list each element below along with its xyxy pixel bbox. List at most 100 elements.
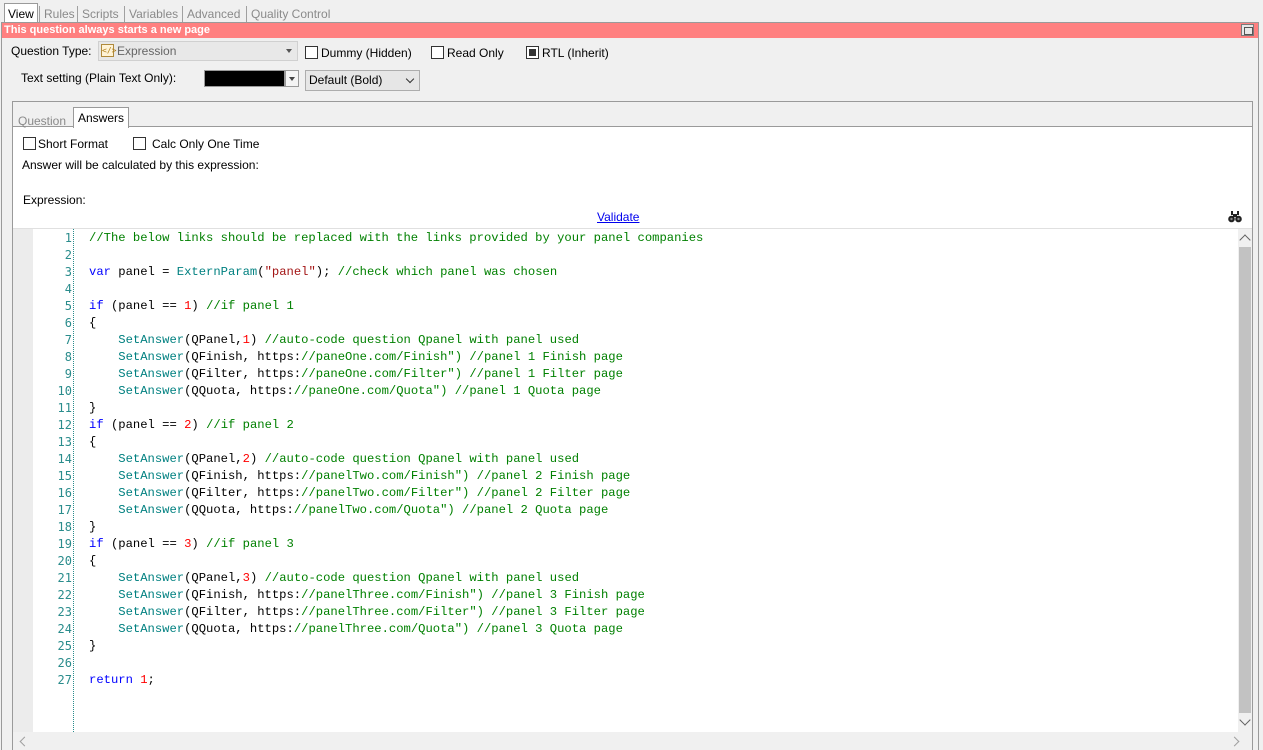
line-number: 10: [57, 384, 72, 398]
code-line[interactable]: SetAnswer(QFilter, https://paneOne.com/F…: [89, 366, 1229, 383]
code-line[interactable]: }: [89, 400, 1229, 417]
rtl-inherit-checkbox[interactable]: [526, 46, 539, 59]
code-line[interactable]: SetAnswer(QPanel,1) //auto-code question…: [89, 332, 1229, 349]
code-line[interactable]: SetAnswer(QFilter, https://panelThree.co…: [89, 604, 1229, 621]
code-line[interactable]: [89, 655, 1229, 672]
font-style-value: Default (Bold): [309, 73, 383, 87]
expression-icon: </>: [101, 44, 117, 57]
tab-advanced[interactable]: Advanced: [182, 6, 240, 22]
tab-question[interactable]: Question: [18, 113, 66, 129]
dropdown-arrow-icon: [286, 49, 292, 53]
page-break-icon[interactable]: [1241, 24, 1254, 36]
code-line[interactable]: }: [89, 638, 1229, 655]
scroll-left-icon[interactable]: [19, 736, 30, 747]
code-line[interactable]: {: [89, 315, 1229, 332]
editor-margin: [13, 229, 33, 732]
code-line[interactable]: }: [89, 519, 1229, 536]
text-color-swatch[interactable]: [204, 70, 285, 87]
line-number: 24: [57, 622, 72, 636]
read-only-label: Read Only: [447, 46, 504, 60]
short-format-label: Short Format: [38, 137, 109, 151]
code-line[interactable]: SetAnswer(QPanel,2) //auto-code question…: [89, 451, 1229, 468]
code-line[interactable]: SetAnswer(QFilter, https://panelTwo.com/…: [89, 485, 1229, 502]
line-number: 6: [64, 316, 72, 330]
line-number: 23: [57, 605, 72, 619]
tab-variables[interactable]: Variables: [124, 6, 178, 22]
scroll-down-icon[interactable]: [1239, 714, 1251, 726]
code-line[interactable]: SetAnswer(QFinish, https://paneOne.com/F…: [89, 349, 1229, 366]
code-line[interactable]: [89, 247, 1229, 264]
line-number: 26: [57, 656, 72, 670]
code-line[interactable]: return 1;: [89, 672, 1229, 689]
code-line[interactable]: if (panel == 1) //if panel 1: [89, 298, 1229, 315]
code-line[interactable]: SetAnswer(QFinish, https://panelTwo.com/…: [89, 468, 1229, 485]
code-text[interactable]: //The below links should be replaced wit…: [89, 230, 1229, 689]
new-page-banner-text: This question always starts a new page: [4, 24, 211, 36]
validate-link[interactable]: Validate: [597, 210, 639, 224]
tab-scripts[interactable]: Scripts: [77, 6, 119, 22]
inner-tab-strip: [13, 102, 1252, 127]
code-line[interactable]: SetAnswer(QQuota, https://panelTwo.com/Q…: [89, 502, 1229, 519]
question-type-select[interactable]: </> Expression: [98, 41, 298, 61]
line-number: 22: [57, 588, 72, 602]
short-format-checkbox[interactable]: [23, 137, 36, 150]
code-line[interactable]: SetAnswer(QFinish, https://panelThree.co…: [89, 587, 1229, 604]
expression-label: Expression:: [23, 193, 86, 207]
code-line[interactable]: var panel = ExternParam("panel"); //chec…: [89, 264, 1229, 281]
line-number: 2: [64, 248, 72, 262]
code-line[interactable]: [89, 281, 1229, 298]
line-number: 20: [57, 554, 72, 568]
code-line[interactable]: {: [89, 553, 1229, 570]
code-line[interactable]: SetAnswer(QPanel,3) //auto-code question…: [89, 570, 1229, 587]
line-number: 12: [57, 418, 72, 432]
line-number: 16: [57, 486, 72, 500]
line-number: 18: [57, 520, 72, 534]
line-number: 8: [64, 350, 72, 364]
calc-only-one-time-checkbox[interactable]: [133, 137, 146, 150]
code-line[interactable]: //The below links should be replaced wit…: [89, 230, 1229, 247]
scroll-right-icon[interactable]: [1229, 736, 1240, 747]
scrollbar-thumb[interactable]: [1239, 247, 1251, 713]
line-number: 15: [57, 469, 72, 483]
line-number: 1: [64, 231, 72, 245]
line-number: 25: [57, 639, 72, 653]
question-type-value: Expression: [117, 44, 177, 58]
read-only-checkbox[interactable]: [431, 46, 444, 59]
tab-quality-control[interactable]: Quality Control: [246, 6, 330, 22]
line-number: 11: [57, 401, 72, 415]
line-number: 13: [57, 435, 72, 449]
dummy-hidden-checkbox[interactable]: [305, 46, 318, 59]
question-type-label: Question Type:: [11, 44, 92, 58]
binoculars-icon[interactable]: [1228, 211, 1242, 223]
chevron-down-icon: [405, 74, 415, 84]
text-color-dropdown-button[interactable]: [285, 70, 299, 87]
code-line[interactable]: SetAnswer(QQuota, https://panelThree.com…: [89, 621, 1229, 638]
vertical-scrollbar[interactable]: [1238, 229, 1252, 732]
scroll-up-icon[interactable]: [1239, 234, 1251, 246]
line-number: 3: [64, 265, 72, 279]
dummy-hidden-label: Dummy (Hidden): [321, 46, 412, 60]
question-editor-window: View Rules Scripts Variables Advanced Qu…: [0, 0, 1263, 750]
code-line[interactable]: SetAnswer(QQuota, https://paneOne.com/Qu…: [89, 383, 1229, 400]
line-number: 21: [57, 571, 72, 585]
line-number: 14: [57, 452, 72, 466]
line-number: 7: [64, 333, 72, 347]
line-number: 9: [64, 367, 72, 381]
horizontal-scrollbar[interactable]: [13, 732, 1252, 750]
font-style-select[interactable]: Default (Bold): [305, 70, 420, 91]
expression-description: Answer will be calculated by this expres…: [22, 158, 259, 172]
line-number: 5: [64, 299, 72, 313]
code-line[interactable]: if (panel == 2) //if panel 2: [89, 417, 1229, 434]
new-page-banner: This question always starts a new page: [2, 23, 1258, 38]
calc-only-one-time-label: Calc Only One Time: [152, 137, 260, 151]
tab-view[interactable]: View: [4, 3, 38, 23]
line-number: 19: [57, 537, 72, 551]
code-line[interactable]: if (panel == 3) //if panel 3: [89, 536, 1229, 553]
line-numbers: 1 2 3 4 5 6 7 8 9 10 11 12 13 14 15 16 17 18 19 20 21 22 23 24 2…: [33, 230, 72, 689]
rtl-inherit-label: RTL (Inherit): [542, 46, 609, 60]
line-number: 27: [57, 673, 72, 687]
tab-rules[interactable]: Rules: [39, 6, 75, 22]
tab-answers[interactable]: Answers: [73, 107, 130, 128]
code-editor[interactable]: 1 2 3 4 5 6 7 8 9 10 11 12 13 14 15 16 17 18 19 20 21 22 23 24 2…: [13, 228, 1252, 750]
code-line[interactable]: {: [89, 434, 1229, 451]
